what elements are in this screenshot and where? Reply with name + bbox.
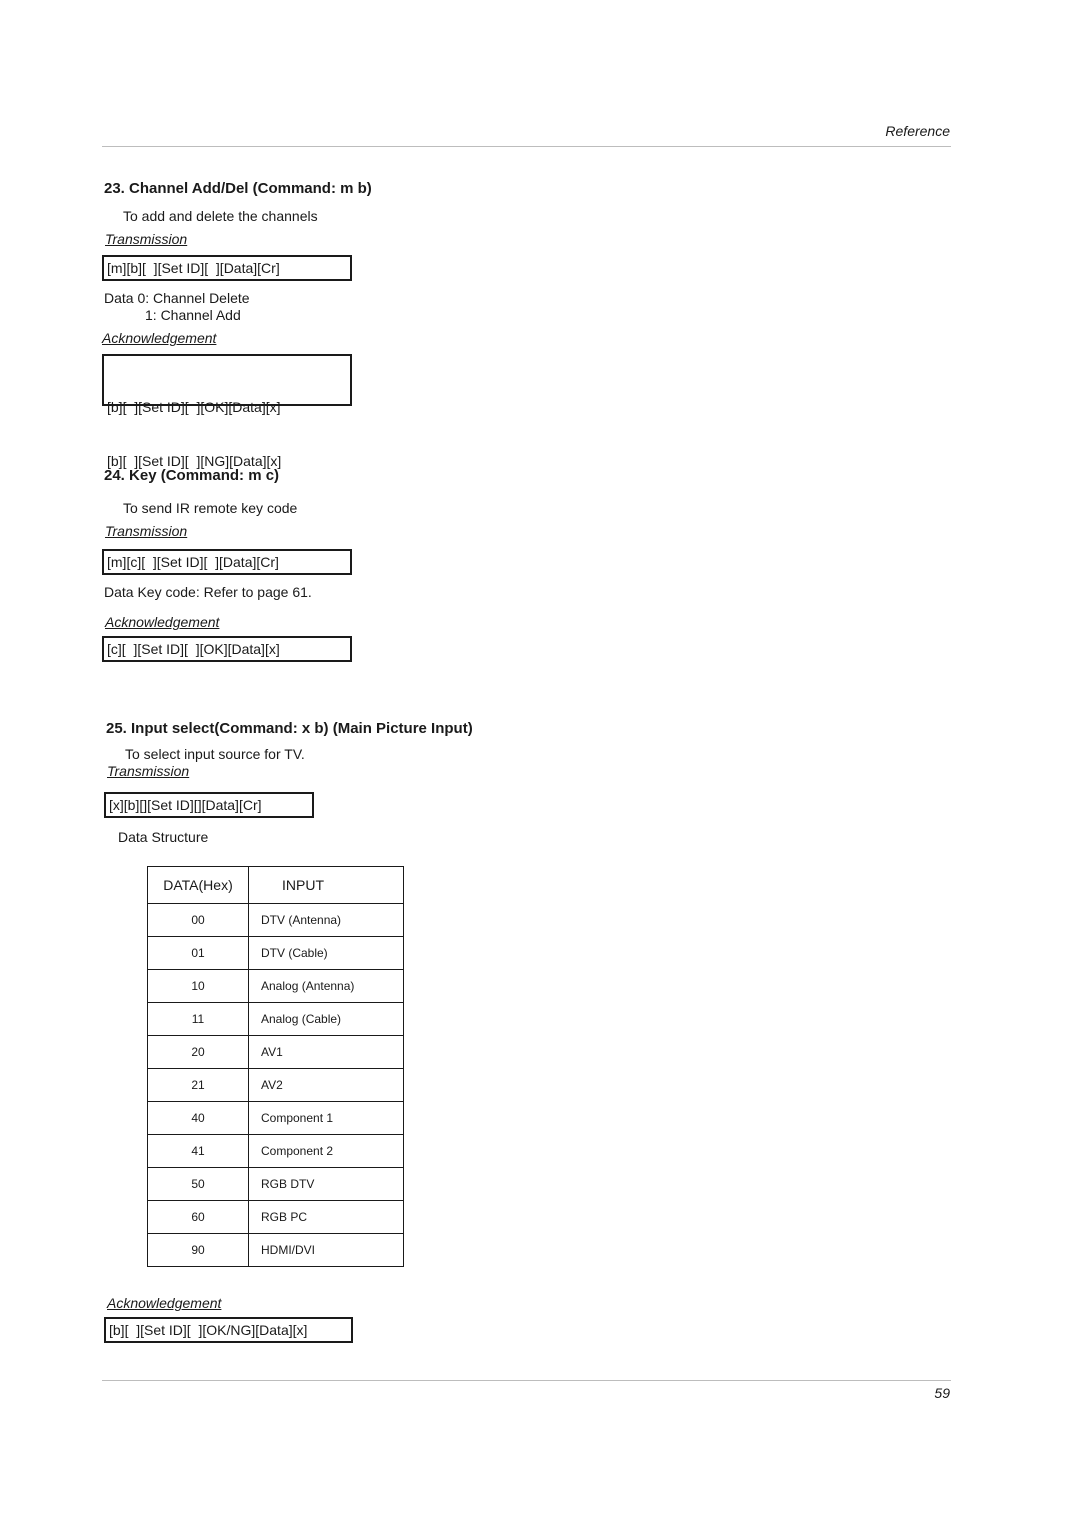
input-cell: Component 2: [248, 1134, 404, 1168]
section-23-data-line-1: Data 0: Channel Delete: [104, 290, 250, 306]
data-hex-cell: 90: [147, 1233, 249, 1267]
input-cell: DTV (Cable): [248, 936, 404, 970]
table-row: 40 Component 1: [147, 1101, 404, 1135]
section-24-data-line: Data Key code: Refer to page 61.: [104, 584, 312, 600]
data-hex-cell: 10: [147, 969, 249, 1003]
input-cell: RGB PC: [248, 1200, 404, 1234]
footer-divider: [102, 1380, 951, 1381]
table-header-input: INPUT: [248, 866, 404, 904]
table-row: 11 Analog (Cable): [147, 1002, 404, 1036]
input-cell: Analog (Cable): [248, 1002, 404, 1036]
table-row: 41 Component 2: [147, 1134, 404, 1168]
header-divider: [102, 146, 951, 147]
data-hex-cell: 11: [147, 1002, 249, 1036]
table-row: 60 RGB PC: [147, 1200, 404, 1234]
input-cell: AV2: [248, 1068, 404, 1102]
section-23-ack-label: Acknowledgement: [102, 330, 217, 346]
section-25-data-structure-label: Data Structure: [118, 829, 209, 845]
table-row: 00 DTV (Antenna): [147, 903, 404, 937]
input-cell: Component 1: [248, 1101, 404, 1135]
section-23-data-line-2: 1: Channel Add: [145, 307, 241, 323]
section-24-transmission-box: [m][c][ ][Set ID][ ][Data][Cr]: [102, 549, 352, 575]
data-hex-cell: 20: [147, 1035, 249, 1069]
input-cell: HDMI/DVI: [248, 1233, 404, 1267]
section-23-ack-box: [b][ ][Set ID][ ][OK][Data][x] [b][ ][Se…: [102, 354, 352, 469]
table-row: 10 Analog (Antenna): [147, 969, 404, 1003]
input-cell: RGB DTV: [248, 1167, 404, 1201]
section-24-title: 24. Key (Command: m c): [104, 467, 280, 484]
table-header-row: DATA(Hex) INPUT: [147, 866, 404, 904]
data-hex-cell: 01: [147, 936, 249, 970]
data-hex-cell: 41: [147, 1134, 249, 1168]
table-header-data-hex: DATA(Hex): [147, 866, 249, 904]
input-cell: AV1: [248, 1035, 404, 1069]
section-23-description: To add and delete the channels: [123, 208, 318, 224]
data-hex-cell: 60: [147, 1200, 249, 1234]
input-cell: Analog (Antenna): [248, 969, 404, 1003]
table-row: 90 HDMI/DVI: [147, 1233, 404, 1267]
data-hex-cell: 00: [147, 903, 249, 937]
section-25-transmission-box: [x][b][][Set ID][][Data][Cr]: [104, 792, 314, 818]
section-24-ack-box: [c][ ][Set ID][ ][OK][Data][x]: [102, 636, 352, 662]
data-hex-cell: 21: [147, 1068, 249, 1102]
section-25-ack-label: Acknowledgement: [107, 1295, 222, 1311]
table-row: 50 RGB DTV: [147, 1167, 404, 1201]
section-23-transmission-box: [m][b][ ][Set ID][ ][Data][Cr]: [102, 255, 352, 281]
page-number: 59: [934, 1385, 950, 1401]
section-23-transmission-label: Transmission: [105, 231, 188, 247]
section-24-transmission-label: Transmission: [105, 523, 188, 539]
table-row: 21 AV2: [147, 1068, 404, 1102]
section-23-ack-ok: [b][ ][Set ID][ ][OK][Data][x]: [107, 399, 281, 415]
section-23-title: 23. Channel Add/Del (Command: m b): [104, 180, 372, 197]
section-25-description: To select input source for TV.: [125, 746, 305, 762]
section-24-description: To send IR remote key code: [123, 500, 298, 516]
section-25-ack-box: [b][ ][Set ID][ ][OK/NG][Data][x]: [104, 1317, 353, 1343]
section-25-title: 25. Input select(Command: x b) (Main Pic…: [106, 720, 473, 737]
data-hex-cell: 40: [147, 1101, 249, 1135]
running-header-section: Reference: [885, 123, 950, 139]
input-cell: DTV (Antenna): [248, 903, 404, 937]
data-hex-cell: 50: [147, 1167, 249, 1201]
section-24-ack-label: Acknowledgement: [105, 614, 220, 630]
table-row: 20 AV1: [147, 1035, 404, 1069]
input-data-structure-table: DATA(Hex) INPUT 00 DTV (Antenna) 01 DTV (Ca…: [147, 866, 404, 1267]
section-25-transmission-label: Transmission: [107, 763, 190, 779]
table-row: 01 DTV (Cable): [147, 936, 404, 970]
